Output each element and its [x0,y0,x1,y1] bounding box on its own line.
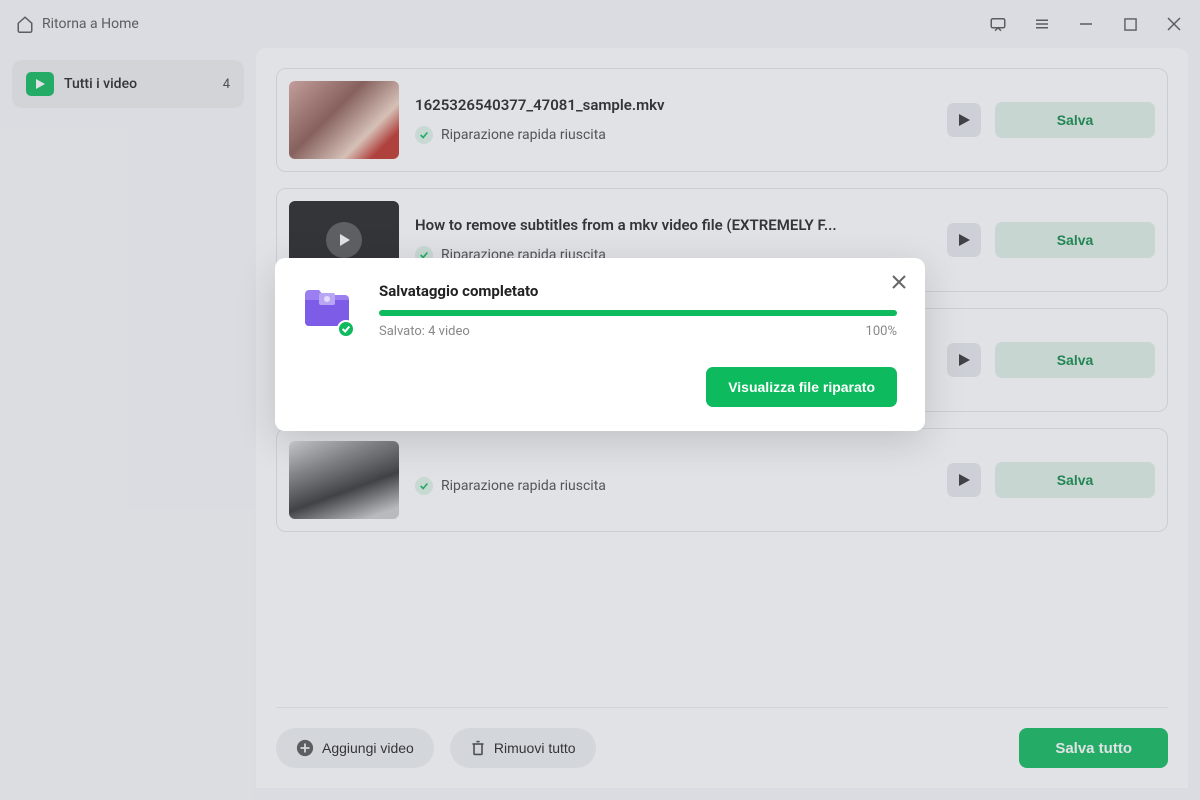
progress-percent: 100% [866,324,897,339]
progress-bar [379,310,897,316]
dialog-content: Salvataggio completato Salvato: 4 video … [379,282,897,339]
progress-meta: Salvato: 4 video 100% [379,324,897,339]
close-icon [891,274,907,290]
save-complete-dialog: Salvataggio completato Salvato: 4 video … [275,258,925,431]
dialog-title: Salvataggio completato [379,282,897,300]
dialog-actions: Visualizza file riparato [303,367,897,407]
modal-overlay: Salvataggio completato Salvato: 4 video … [0,0,1200,800]
progress-fill [379,310,897,316]
dialog-folder-icon [303,282,359,338]
view-repaired-file-button[interactable]: Visualizza file riparato [706,367,897,407]
check-icon [337,320,355,338]
saved-count-text: Salvato: 4 video [379,324,470,339]
dialog-close-button[interactable] [891,274,907,294]
dialog-body: Salvataggio completato Salvato: 4 video … [303,282,897,339]
